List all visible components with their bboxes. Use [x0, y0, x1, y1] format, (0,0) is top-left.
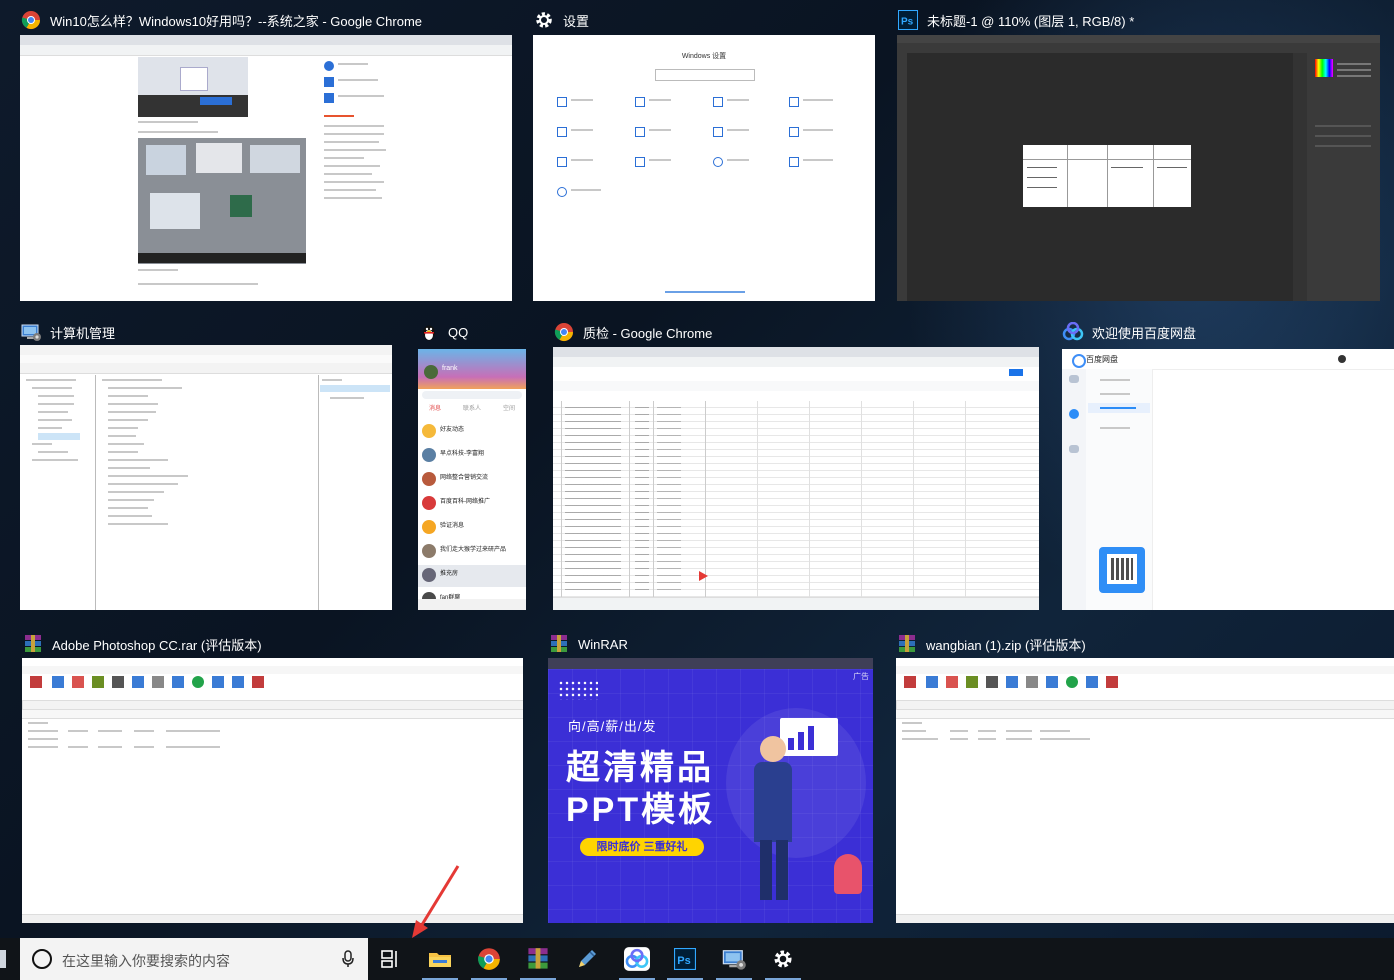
window-thumbnail	[553, 347, 1039, 610]
taskbar-pen-app[interactable]	[563, 938, 611, 980]
window-thumbnail: Windows 设置	[533, 35, 875, 301]
window-thumbnail: frank 消息 联系人 空间 好友动态 早点科技-李富翔 网络整合营销交流 百…	[418, 349, 526, 610]
taskbar-photoshop[interactable]: Ps	[661, 938, 709, 980]
window-title: 未标题-1 @ 110% (图层 1, RGB/8) *	[927, 13, 1135, 29]
gear-icon	[533, 9, 555, 31]
taskbar-settings[interactable]	[759, 938, 807, 980]
window-thumbnail: 百度网盘	[1062, 349, 1394, 610]
taskbar-search-box[interactable]: 在这里输入你要搜索的内容	[20, 938, 368, 980]
folder-icon	[429, 953, 451, 967]
window-title: QQ	[448, 324, 469, 340]
qq-profile-name: frank	[442, 365, 458, 372]
window-qq[interactable]: QQ frank 消息 联系人 空间 好友动态 早点科技-李富翔 网络整合营销交…	[418, 317, 526, 610]
list-item[interactable]: 我们走大猴学过来研产品	[418, 541, 526, 563]
list-item[interactable]: 网络整合营销交流	[418, 469, 526, 491]
window-header: Ps 未标题-1 @ 110% (图层 1, RGB/8) *	[897, 5, 1134, 35]
computer-management-icon	[20, 321, 42, 343]
list-item[interactable]: 百度百科-网络推广	[418, 493, 526, 515]
window-title: wangbian (1).zip (评估版本)	[926, 637, 1086, 653]
baidu-app-name: 百度网盘	[1086, 355, 1118, 364]
winrar-icon	[548, 633, 570, 655]
window-thumbnail	[896, 658, 1394, 923]
photoshop-icon: Ps	[897, 9, 919, 31]
window-thumbnail	[20, 345, 392, 610]
taskbar-file-explorer[interactable]	[416, 938, 464, 980]
red-pointer-arrow	[410, 862, 460, 947]
window-thumbnail: 广告 向/高/薪/出/发 超清精品 PPT模板 限时底价 三重好礼	[548, 658, 873, 923]
svg-text:Ps: Ps	[901, 17, 914, 28]
window-baidu-netdisk[interactable]: 欢迎使用百度网盘 百度网盘	[1062, 317, 1394, 610]
window-title: 计算机管理	[50, 325, 116, 341]
window-header: wangbian (1).zip (评估版本)	[896, 629, 1086, 659]
chrome-icon	[20, 9, 42, 31]
window-winrar[interactable]: WinRAR 广告 向/高/薪/出/发 超清精品 PPT模板 限时底价 三重好礼	[548, 629, 873, 923]
ad-subtitle: 向/高/薪/出/发	[568, 719, 657, 734]
list-item[interactable]: 早点科技-李富翔	[418, 445, 526, 467]
window-header: 设置	[533, 5, 589, 35]
list-item[interactable]: 推充房	[418, 565, 526, 587]
winrar-icon	[22, 633, 44, 655]
gear-icon	[774, 950, 792, 968]
qq-tab-messages[interactable]: 消息	[429, 403, 441, 413]
window-winrar-zip[interactable]: wangbian (1).zip (评估版本)	[896, 629, 1394, 923]
window-settings[interactable]: 设置 Windows 设置	[533, 5, 875, 301]
chrome-icon	[478, 948, 500, 970]
task-view-button[interactable]	[366, 938, 414, 980]
list-item[interactable]: 好友动态	[418, 421, 526, 443]
window-thumbnail	[897, 35, 1380, 301]
photoshop-icon: Ps	[674, 948, 696, 970]
window-title: 欢迎使用百度网盘	[1092, 325, 1197, 341]
winrar-icon	[528, 948, 548, 969]
window-title: WinRAR	[578, 636, 628, 652]
baidu-netdisk-icon	[624, 947, 650, 971]
microphone-icon[interactable]	[342, 950, 354, 973]
window-chrome-win10[interactable]: Win10怎么样？Windows10好用吗？--系统之家 - Google Ch…	[20, 5, 512, 301]
window-title: 质检 - Google Chrome	[583, 325, 713, 341]
settings-heading: Windows 设置	[681, 53, 727, 60]
window-header: 计算机管理	[20, 317, 115, 347]
chrome-icon	[553, 321, 575, 343]
taskbar-computer-management[interactable]	[710, 938, 758, 980]
computer-management-icon	[722, 950, 746, 970]
window-computer-management[interactable]: 计算机管理	[20, 317, 392, 610]
window-photoshop[interactable]: Ps 未标题-1 @ 110% (图层 1, RGB/8) *	[897, 5, 1380, 301]
ad-headline-2: PPT模板	[566, 791, 716, 829]
search-input[interactable]: 在这里输入你要搜索的内容	[62, 951, 230, 971]
taskbar-baidu-netdisk[interactable]	[613, 938, 661, 980]
window-header: 质检 - Google Chrome	[553, 317, 712, 347]
window-title: Win10怎么样？Windows10好用吗？--系统之家 - Google Ch…	[50, 13, 423, 29]
window-header: WinRAR	[548, 629, 628, 659]
window-thumbnail	[20, 35, 512, 301]
ad-person-figure	[760, 736, 786, 762]
window-header: 欢迎使用百度网盘	[1062, 317, 1196, 347]
qq-penguin-icon	[418, 321, 440, 343]
qq-tab-contacts[interactable]: 联系人	[463, 403, 481, 413]
list-item[interactable]: 验证消息	[418, 517, 526, 539]
window-title: 设置	[563, 13, 590, 29]
window-header: Win10怎么样？Windows10好用吗？--系统之家 - Google Ch…	[20, 5, 422, 35]
start-button[interactable]	[0, 950, 6, 968]
pen-icon	[579, 950, 596, 967]
cortana-icon	[32, 949, 52, 969]
window-title: Adobe Photoshop CC.rar (评估版本)	[52, 637, 262, 653]
window-header: QQ	[418, 317, 468, 347]
winrar-icon	[896, 633, 918, 655]
task-view-icon	[381, 950, 397, 968]
ad-cta-button[interactable]: 限时底价 三重好礼	[580, 838, 704, 856]
baidu-netdisk-icon	[1062, 321, 1084, 343]
taskbar-chrome[interactable]	[465, 938, 513, 980]
qq-tab-bar: 消息 联系人 空间	[418, 403, 526, 413]
svg-text:Ps: Ps	[677, 955, 690, 967]
qq-tab-space[interactable]: 空间	[503, 403, 515, 413]
taskbar-winrar[interactable]	[514, 938, 562, 980]
window-chrome-zhijian[interactable]: 质检 - Google Chrome	[553, 317, 1039, 610]
window-header: Adobe Photoshop CC.rar (评估版本)	[22, 629, 262, 659]
